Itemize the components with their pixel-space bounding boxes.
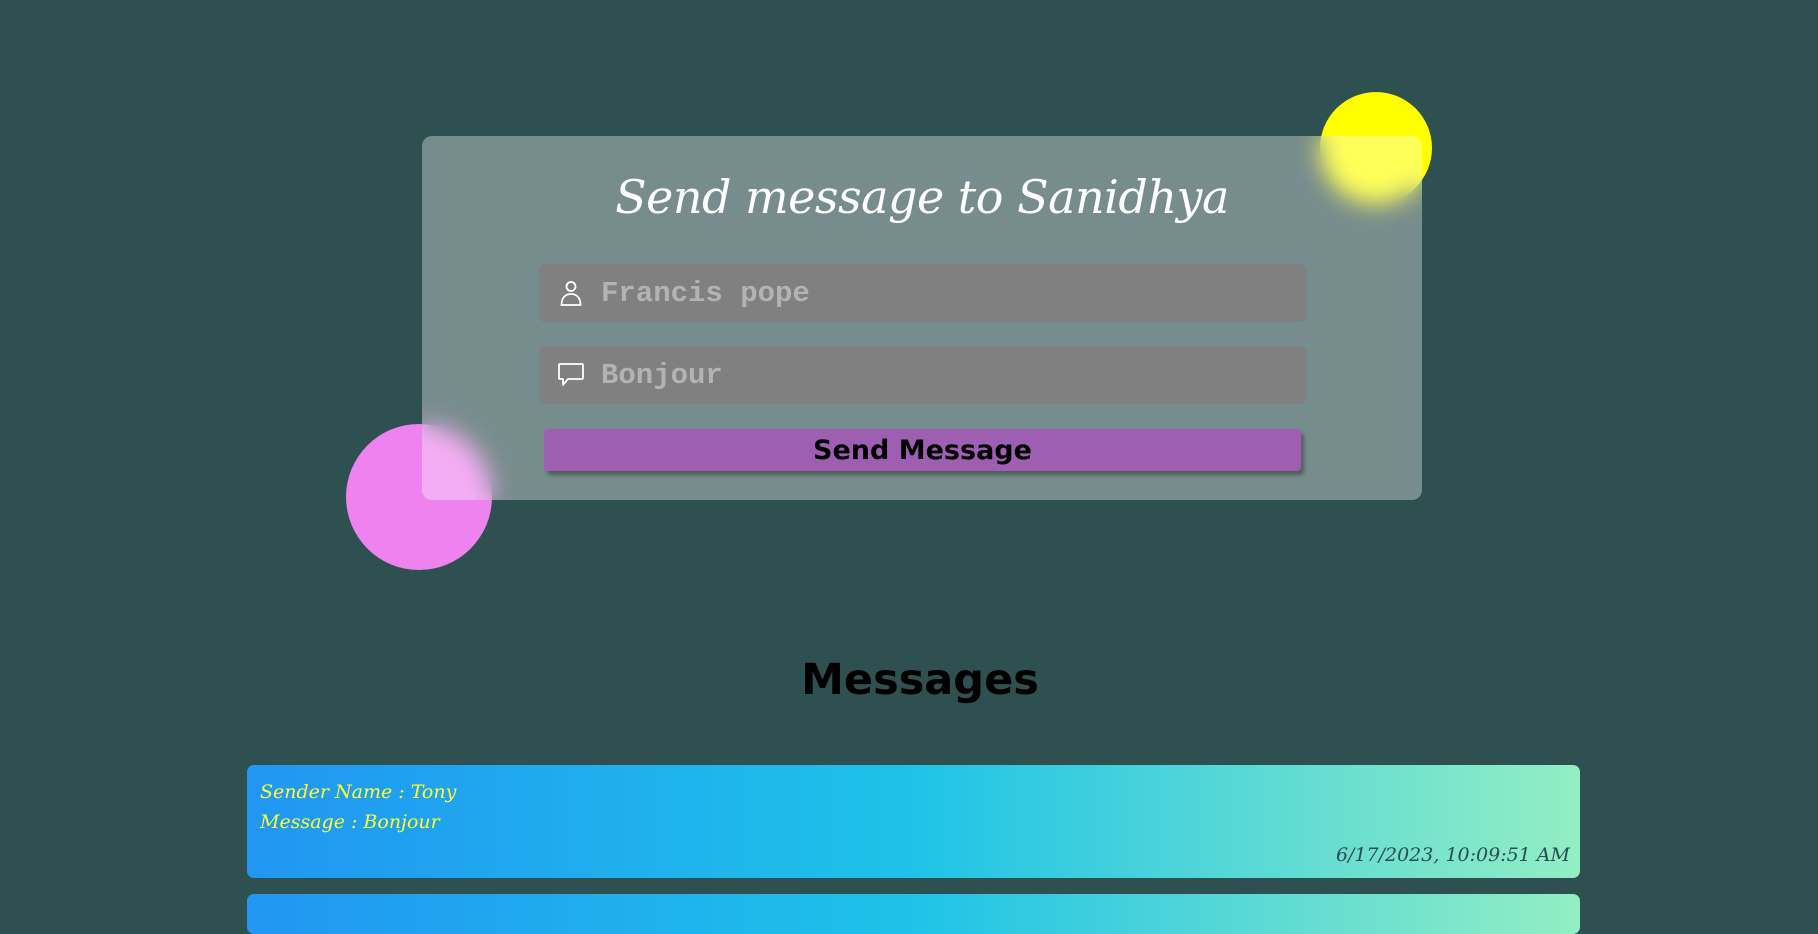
send-message-button[interactable]: Send Message (544, 429, 1301, 471)
messages-heading: Messages (801, 655, 1039, 705)
message-card (247, 894, 1580, 934)
name-input[interactable] (599, 263, 1306, 323)
name-field (539, 263, 1306, 323)
speech-bubble-icon (557, 361, 585, 389)
message-sender: Sender Name : Tony (260, 781, 457, 803)
user-icon (557, 279, 585, 307)
message-card: Sender Name : Tony Message : Bonjour 6/1… (247, 765, 1580, 878)
message-timestamp: 6/17/2023, 10:09:51 AM (1335, 844, 1570, 866)
message-form-card: Send message to Sanidhya Send Message (422, 136, 1422, 500)
message-field (539, 345, 1306, 405)
message-text: Message : Bonjour (260, 811, 440, 833)
message-input[interactable] (599, 345, 1306, 405)
form-title: Send message to Sanidhya (615, 170, 1229, 224)
